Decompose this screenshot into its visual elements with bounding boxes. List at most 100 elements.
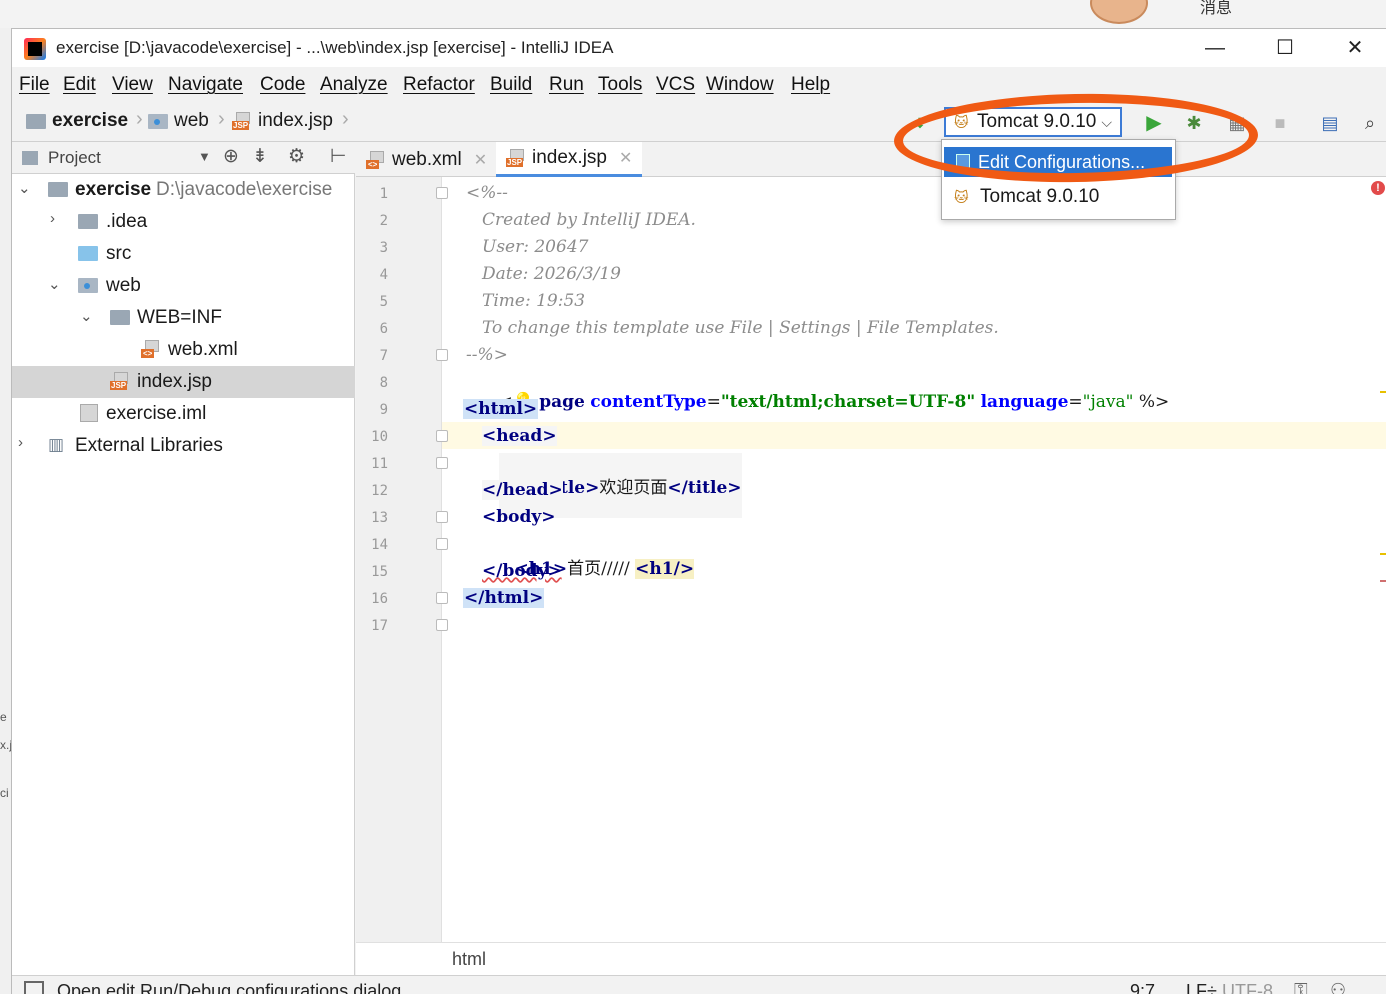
tree-item-exercise[interactable]: ⌄ exercise D:\javacode\exercise (12, 174, 355, 206)
menu-help[interactable]: Help (791, 74, 830, 96)
tab-web-xml[interactable]: <> web.xml ✕ (356, 142, 497, 177)
code-line-2: Created by IntelliJ IDEA. (482, 210, 696, 230)
fold-marker-icon[interactable] (436, 187, 448, 199)
code-line-10: <head> (482, 426, 557, 446)
tree-label: exercise.iml (106, 403, 207, 424)
chevron-down-icon[interactable]: ⌄ (80, 307, 93, 325)
tree-item-external-libraries[interactable]: › ▥ External Libraries (12, 430, 355, 462)
project-view-label[interactable]: Project (48, 148, 101, 168)
tomcat-config-item[interactable]: 🐱 Tomcat 9.0.10 (942, 182, 1175, 212)
hide-panel-icon[interactable]: ⊢ (330, 145, 347, 168)
fold-marker-icon[interactable] (436, 511, 448, 523)
code-editor[interactable]: 1 2 3 4 5 6 7 8 9 10 11 12 13 14 15 16 1… (356, 177, 1386, 942)
stop-icon[interactable]: ■ (1268, 111, 1292, 135)
chevron-right-icon[interactable]: › (18, 434, 23, 451)
chevron-down-icon[interactable]: ⌄ (18, 179, 31, 197)
tree-label: src (106, 243, 132, 264)
warning-marker[interactable] (1380, 391, 1386, 393)
menu-view[interactable]: View (112, 74, 153, 96)
tab-index-jsp[interactable]: JSP index.jsp ✕ (496, 142, 643, 177)
menu-refactor[interactable]: Refactor (403, 74, 475, 96)
line-number: 2 (379, 213, 388, 229)
breadcrumb-web[interactable]: web (148, 110, 209, 132)
close-button[interactable]: ✕ (1332, 33, 1378, 63)
fold-marker-icon[interactable] (436, 457, 448, 469)
desktop-left-strip (0, 28, 11, 994)
code-line-6: To change this template use File | Setti… (482, 318, 999, 338)
line-number: 14 (371, 537, 388, 553)
jsp-file-icon: JSP (232, 112, 252, 130)
menu-run[interactable]: Run (549, 74, 584, 96)
tool-window-toggle-icon[interactable] (24, 981, 44, 994)
jsp-file-icon: JSP (110, 372, 130, 390)
menu-tools[interactable]: Tools (598, 74, 642, 96)
fold-marker-icon[interactable] (436, 430, 448, 442)
web-folder-icon (148, 113, 168, 129)
caret-position[interactable]: 9:7 (1130, 981, 1155, 994)
attr-name: contentType (590, 392, 707, 412)
minimize-button[interactable]: — (1192, 33, 1238, 63)
error-indicator-icon[interactable]: ! (1371, 181, 1385, 195)
ide-window: exercise [D:\javacode\exercise] - ...\we… (11, 28, 1386, 994)
tree-path: D:\javacode\exercise (156, 179, 333, 200)
menu-navigate[interactable]: Navigate (168, 74, 243, 96)
menu-code[interactable]: Code (260, 74, 305, 96)
title-bar: exercise [D:\javacode\exercise] - ...\we… (12, 29, 1386, 67)
collapse-all-icon[interactable]: ⇟ (252, 145, 268, 168)
title-text: 欢迎页面 (599, 478, 668, 498)
breadcrumb-html[interactable]: html (452, 949, 486, 970)
search-icon[interactable]: ⌕ (1358, 111, 1382, 135)
tree-item-src[interactable]: src (12, 238, 355, 270)
menu-analyze[interactable]: Analyze (320, 74, 388, 96)
code-line-15: </body> (482, 561, 562, 581)
warning-marker[interactable] (1380, 553, 1386, 555)
project-icon (22, 151, 38, 165)
breadcrumb-exercise[interactable]: exercise (26, 110, 128, 132)
tree-item-web-xml[interactable]: <> web.xml (12, 334, 355, 366)
line-number: 15 (371, 564, 388, 580)
tree-item-web[interactable]: ⌄ web (12, 270, 355, 302)
close-tab-icon[interactable]: ✕ (619, 148, 632, 168)
tomcat-icon: 🐱 (954, 189, 969, 205)
line-number: 5 (379, 294, 388, 310)
menu-window[interactable]: Window (706, 74, 774, 96)
menu-file[interactable]: File (19, 74, 50, 96)
chevron-right-icon[interactable]: › (50, 210, 55, 227)
tree-item-idea[interactable]: › .idea (12, 206, 355, 238)
fold-marker-icon[interactable] (436, 349, 448, 361)
menu-vcs[interactable]: VCS (656, 74, 695, 96)
folder-icon (110, 310, 130, 325)
lock-icon[interactable]: ⚿ (1294, 980, 1308, 994)
error-marker[interactable] (1380, 580, 1386, 582)
line-number: 11 (371, 456, 388, 472)
code-line-9: <html> (463, 399, 539, 419)
web-folder-icon (78, 278, 98, 293)
tree-item-index-jsp[interactable]: JSP index.jsp (12, 366, 355, 398)
gear-icon[interactable]: ⚙ (288, 145, 305, 168)
inspector-icon[interactable]: ⚇ (1330, 980, 1346, 994)
fold-marker-icon[interactable] (436, 538, 448, 550)
directive-name: page (539, 392, 585, 412)
project-tree: ⌄ exercise D:\javacode\exercise › .idea … (12, 174, 355, 994)
locate-icon[interactable]: ⊕ (223, 145, 239, 168)
line-separator[interactable]: LF÷ (1186, 981, 1217, 994)
breadcrumb-label: web (174, 110, 209, 131)
maximize-button[interactable]: ☐ (1262, 33, 1308, 63)
breadcrumb-index-jsp[interactable]: JSP index.jsp (232, 110, 333, 132)
libraries-icon: ▥ (48, 435, 65, 454)
project-structure-icon[interactable]: ▤ (1318, 111, 1342, 135)
menu-edit[interactable]: Edit (63, 74, 96, 96)
view-dropdown-icon[interactable]: ▼ (198, 149, 211, 164)
breadcrumb-label: exercise (52, 110, 129, 131)
chevron-down-icon[interactable]: ⌄ (48, 275, 61, 293)
tab-label: index.jsp (532, 147, 607, 168)
line-number-gutter: 1 2 3 4 5 6 7 8 9 10 11 12 13 14 15 16 1… (356, 177, 442, 942)
tree-label: .idea (106, 211, 148, 232)
fold-marker-icon[interactable] (436, 619, 448, 631)
close-tab-icon[interactable]: ✕ (474, 150, 487, 170)
fold-marker-icon[interactable] (436, 592, 448, 604)
file-encoding[interactable]: UTF-8 (1222, 981, 1273, 994)
menu-build[interactable]: Build (490, 74, 532, 96)
tree-item-web-inf[interactable]: ⌄ WEB=INF (12, 302, 355, 334)
tree-item-exercise-iml[interactable]: exercise.iml (12, 398, 355, 430)
